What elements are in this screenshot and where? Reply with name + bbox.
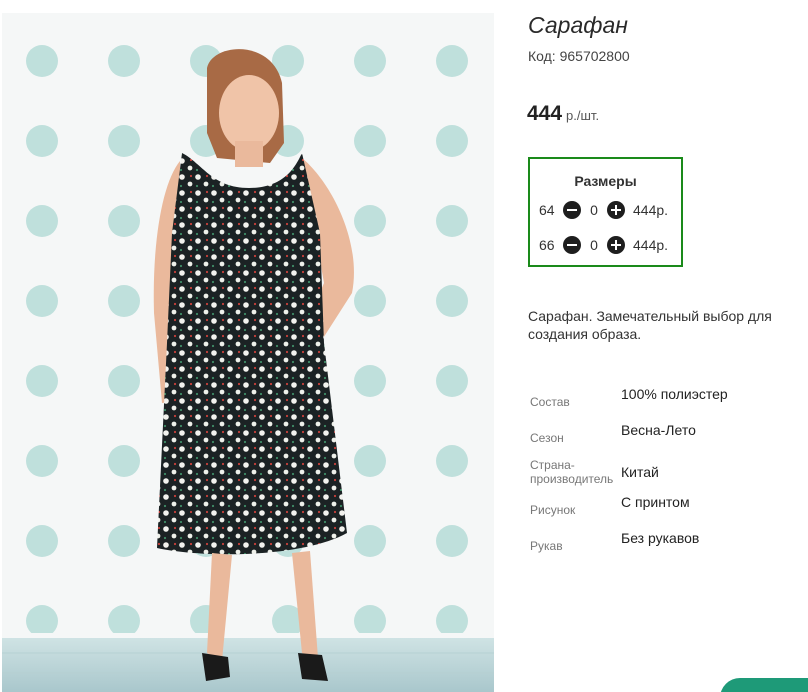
product-photo[interactable] (2, 13, 494, 692)
price-value: 444 (527, 102, 563, 125)
product-photo-image (2, 13, 494, 692)
property-value: Весна-Лето (621, 422, 696, 438)
size-price: 444р. (633, 202, 669, 218)
property-key: Рисунок (530, 503, 576, 517)
size-row: 64 0 444р. (539, 200, 668, 220)
increase-quantity-button[interactable] (607, 201, 625, 219)
property-row: Рисунок С принтом (530, 494, 730, 530)
property-key: Страна-производитель (530, 458, 614, 486)
property-row: Сезон Весна-Лето (530, 422, 730, 458)
size-label: 64 (539, 202, 555, 218)
sizes-title: Размеры (574, 173, 637, 189)
product-description: Сарафан. Замечательный выбор для создани… (528, 308, 772, 342)
size-row: 66 0 444р. (539, 235, 668, 255)
product-price: 444 р./шт. (527, 102, 599, 126)
product-page: Сарафан Код: 965702800 444 р./шт. Размеры… (0, 0, 808, 692)
chat-widget-button[interactable] (720, 678, 808, 692)
product-code: Код: 965702800 (528, 48, 630, 64)
size-label: 66 (539, 237, 555, 253)
sizes-selector: Размеры 64 0 444р. 66 0 444р. (528, 157, 683, 267)
property-key: Состав (530, 395, 570, 409)
property-key: Рукав (530, 539, 563, 553)
property-row: Рукав Без рукавов (530, 530, 730, 566)
quantity-value: 0 (590, 202, 598, 218)
price-unit: р./шт. (566, 108, 600, 123)
property-value: Китай (621, 464, 659, 480)
property-row: Страна-производитель Китай (530, 458, 730, 494)
property-value: 100% полиэстер (621, 386, 728, 402)
property-value: С принтом (621, 494, 690, 510)
size-price: 444р. (633, 237, 669, 253)
decrease-quantity-button[interactable] (563, 236, 581, 254)
quantity-value: 0 (590, 237, 598, 253)
increase-quantity-button[interactable] (607, 236, 625, 254)
decrease-quantity-button[interactable] (563, 201, 581, 219)
property-key: Сезон (530, 431, 564, 445)
property-value: Без рукавов (621, 530, 700, 546)
property-row: Состав 100% полиэстер (530, 386, 730, 422)
product-title: Сарафан (528, 12, 628, 38)
